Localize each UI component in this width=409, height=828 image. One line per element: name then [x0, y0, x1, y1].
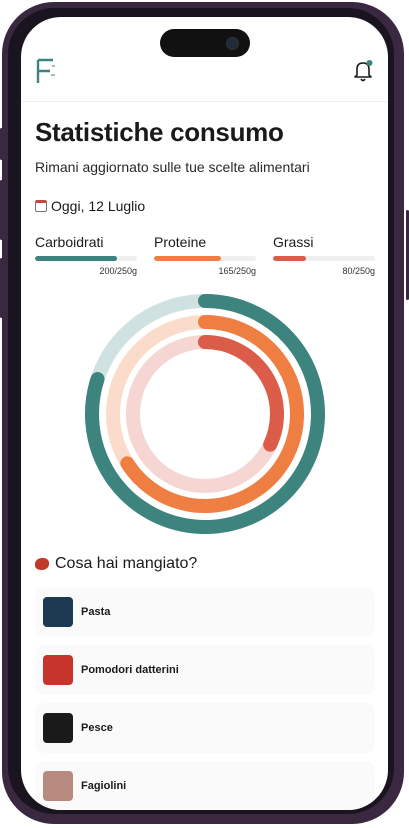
calendar-icon: [35, 200, 47, 212]
tomatoes-thumbnail: [43, 655, 73, 685]
meal-name: Pasta: [81, 606, 111, 618]
macro-progress-track: [273, 256, 375, 261]
ring-arc-grassi: [198, 335, 284, 452]
macro-label: Carboidrati: [35, 234, 104, 250]
macro-progress-fill: [35, 256, 117, 261]
macro-rings-chart: [85, 294, 325, 534]
pasta-thumbnail: [43, 597, 73, 627]
beans-thumbnail: [43, 771, 73, 801]
header-divider: [21, 101, 388, 102]
macro-proteine: Proteine 165/250g: [154, 234, 256, 276]
date-label: Oggi, 12 Luglio: [51, 198, 146, 214]
meal-item-pesce[interactable]: Pesce: [35, 703, 375, 753]
brand-logo[interactable]: [35, 57, 57, 85]
page-subtitle: Rimani aggiornato sulle tue scelte alime…: [35, 159, 310, 175]
macro-value: 200/250g: [99, 266, 137, 276]
meal-item-pomodori[interactable]: Pomodori datterini: [35, 645, 375, 695]
meal-name: Pesce: [81, 722, 113, 734]
meal-name: Pomodori datterini: [81, 664, 179, 676]
volume-down-button: [0, 258, 3, 318]
front-camera: [226, 37, 239, 50]
page-title: Statistiche consumo: [35, 117, 284, 147]
date-selector[interactable]: Oggi, 12 Luglio: [35, 198, 145, 214]
macro-progress-fill: [154, 256, 222, 261]
macro-carboidrati: Carboidrati 200/250g: [35, 234, 137, 276]
fish-thumbnail: [43, 713, 73, 743]
macro-grassi: Grassi 80/250g: [273, 234, 375, 276]
meals-list: Pasta Pomodori datterini Pesce Fagiolini: [35, 587, 375, 810]
meals-section-title: Cosa hai mangiato?: [35, 555, 197, 573]
volume-up-button: [0, 180, 3, 240]
meals-title-text: Cosa hai mangiato?: [55, 555, 198, 572]
macro-value: 80/250g: [342, 266, 375, 276]
macro-progress-track: [35, 256, 137, 261]
macro-progress-track: [154, 256, 256, 261]
bell-icon[interactable]: [352, 59, 374, 83]
app-screen: Statistiche consumo Rimani aggiornato su…: [21, 17, 388, 810]
meal-name: Fagiolini: [81, 780, 127, 792]
macro-label: Proteine: [154, 234, 207, 250]
meal-item-pasta[interactable]: Pasta: [35, 587, 375, 637]
steak-icon: [35, 558, 49, 570]
macro-progress-fill: [273, 256, 306, 261]
macro-value: 165/250g: [218, 266, 256, 276]
side-button: [0, 128, 3, 160]
macro-label: Grassi: [273, 234, 314, 250]
meal-item-fagiolini[interactable]: Fagiolini: [35, 761, 375, 810]
